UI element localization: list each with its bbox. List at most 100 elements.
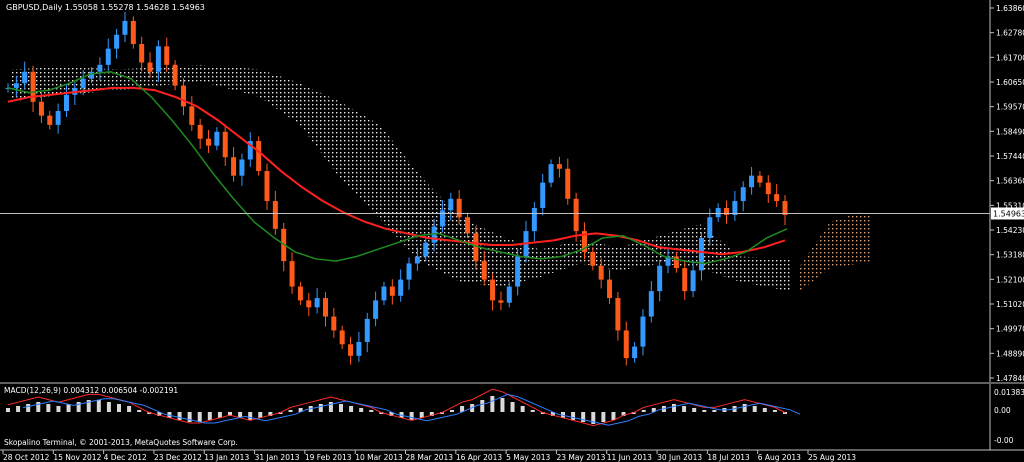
candle-body bbox=[55, 111, 61, 125]
candle-body bbox=[648, 291, 654, 317]
candle-body bbox=[615, 298, 621, 331]
price-tick-label: 1.53180 bbox=[996, 251, 1024, 260]
candle-body bbox=[331, 316, 337, 331]
macd-bar bbox=[601, 412, 606, 422]
candle-body bbox=[590, 251, 596, 266]
macd-bar bbox=[16, 406, 21, 412]
macd-bar bbox=[137, 410, 142, 412]
candle-body bbox=[139, 44, 145, 63]
candle-body bbox=[707, 217, 713, 239]
macd-bar bbox=[530, 410, 535, 412]
price-tick-label: 1.63860 bbox=[996, 4, 1024, 13]
candle-body bbox=[289, 261, 295, 287]
candle-body bbox=[172, 64, 178, 86]
time-tick-label: 19 Feb 2013 bbox=[305, 453, 352, 462]
candle-body bbox=[272, 201, 278, 229]
time-axis: 28 Oct 2012 15 Nov 2012 4 Dec 2012 23 Dec 2… bbox=[2, 450, 856, 462]
macd-bar bbox=[359, 408, 364, 412]
candle-body bbox=[222, 131, 228, 158]
candle-body bbox=[774, 194, 780, 202]
candle-body bbox=[423, 242, 429, 257]
chart-title: GBPUSD,Daily 1.55058 1.55278 1.54628 1.5… bbox=[6, 3, 205, 12]
candle-body bbox=[490, 279, 496, 301]
macd-bar bbox=[46, 404, 51, 412]
candle-body bbox=[715, 208, 721, 218]
candle-body bbox=[239, 159, 245, 176]
macd-bar bbox=[772, 410, 777, 412]
candle-body bbox=[548, 164, 554, 183]
candle-body bbox=[80, 78, 86, 88]
macd-tick-bottom: -0.00 bbox=[994, 436, 1014, 445]
candle-body bbox=[306, 300, 312, 308]
macd-bar bbox=[207, 412, 212, 420]
candle-body bbox=[556, 164, 562, 169]
macd-bar bbox=[369, 410, 374, 412]
macd-bar bbox=[26, 404, 31, 412]
candle-body bbox=[740, 187, 746, 202]
candle-body bbox=[122, 20, 128, 35]
candle-body bbox=[197, 124, 203, 139]
macd-bar bbox=[288, 410, 293, 412]
price-tick-label: 1.51020 bbox=[996, 300, 1024, 309]
candle-body bbox=[214, 131, 220, 146]
price-tick-label: 1.60650 bbox=[996, 78, 1024, 87]
candle-body bbox=[623, 330, 629, 359]
macd-bar bbox=[480, 400, 485, 412]
macd-bar bbox=[96, 400, 101, 412]
candle-body bbox=[682, 268, 688, 292]
macd-bar bbox=[339, 404, 343, 412]
macd-bar bbox=[520, 406, 525, 412]
macd-bar bbox=[248, 412, 253, 420]
macd-tick-top: 0.013834 bbox=[994, 388, 1024, 397]
candle-body bbox=[448, 198, 454, 211]
candle-body bbox=[498, 300, 504, 303]
current-price-label: 1.54963 bbox=[993, 209, 1024, 218]
time-tick-label: 25 Aug 2013 bbox=[808, 453, 856, 462]
macd-bar bbox=[742, 404, 747, 412]
macd-bar bbox=[349, 406, 354, 412]
time-tick-label: 23 Dec 2012 bbox=[154, 453, 202, 462]
candle-body bbox=[607, 279, 613, 299]
macd-bar bbox=[56, 406, 61, 412]
candle-body bbox=[164, 46, 170, 65]
macd-bar bbox=[712, 410, 717, 412]
time-tick-label: 13 Jan 2013 bbox=[204, 453, 249, 462]
price-pane[interactable]: 1.63860 1.62780 1.61700 1.60650 1.59570 1.584… bbox=[0, 0, 1024, 383]
candle-body bbox=[147, 62, 153, 72]
macd-pane[interactable]: MACD(12,26,9) 0.004312 0.006504 -0.00219… bbox=[4, 384, 1024, 450]
candle-body bbox=[381, 286, 387, 301]
candle-body bbox=[47, 115, 53, 125]
candle-body bbox=[465, 217, 471, 234]
candle-body bbox=[264, 171, 270, 202]
candle-body bbox=[373, 300, 379, 319]
time-tick-label: 5 May 2013 bbox=[506, 453, 550, 462]
time-tick-label: 31 Jan 2013 bbox=[255, 453, 300, 462]
candle-body bbox=[206, 138, 212, 146]
candle-body bbox=[406, 263, 412, 280]
time-tick-label: 10 Mar 2013 bbox=[355, 453, 403, 462]
candle-body bbox=[231, 157, 237, 176]
macd-bar bbox=[6, 408, 10, 412]
price-axis: 1.63860 1.62780 1.61700 1.60650 1.59570 1.584… bbox=[990, 4, 1024, 383]
trading-chart[interactable]: 1.63860 1.62780 1.61700 1.60650 1.59570 1.584… bbox=[0, 0, 1024, 462]
ichimoku-cloud-future bbox=[800, 212, 870, 292]
candle-body bbox=[765, 182, 771, 195]
candle-body bbox=[322, 298, 328, 317]
time-tick-label: 6 Aug 2013 bbox=[758, 453, 801, 462]
macd-bar bbox=[127, 406, 132, 412]
candle-body bbox=[657, 265, 663, 292]
copyright-footer: Skopalino Terminal, © 2001-2013, MetaQuo… bbox=[4, 438, 238, 447]
candle-body bbox=[314, 298, 320, 308]
candle-body bbox=[456, 198, 462, 218]
candle-body bbox=[515, 256, 521, 287]
candle-body bbox=[632, 346, 638, 359]
candle-body bbox=[757, 175, 763, 183]
macd-bar bbox=[762, 408, 767, 412]
candle-body bbox=[89, 71, 95, 79]
price-tick-label: 1.52100 bbox=[996, 275, 1024, 284]
macd-bar bbox=[702, 410, 707, 412]
time-tick-label: 30 Jun 2013 bbox=[657, 453, 702, 462]
price-tick-label: 1.56360 bbox=[996, 177, 1024, 186]
price-tick-label: 1.59570 bbox=[996, 103, 1024, 112]
price-tick-label: 1.49970 bbox=[996, 325, 1024, 334]
